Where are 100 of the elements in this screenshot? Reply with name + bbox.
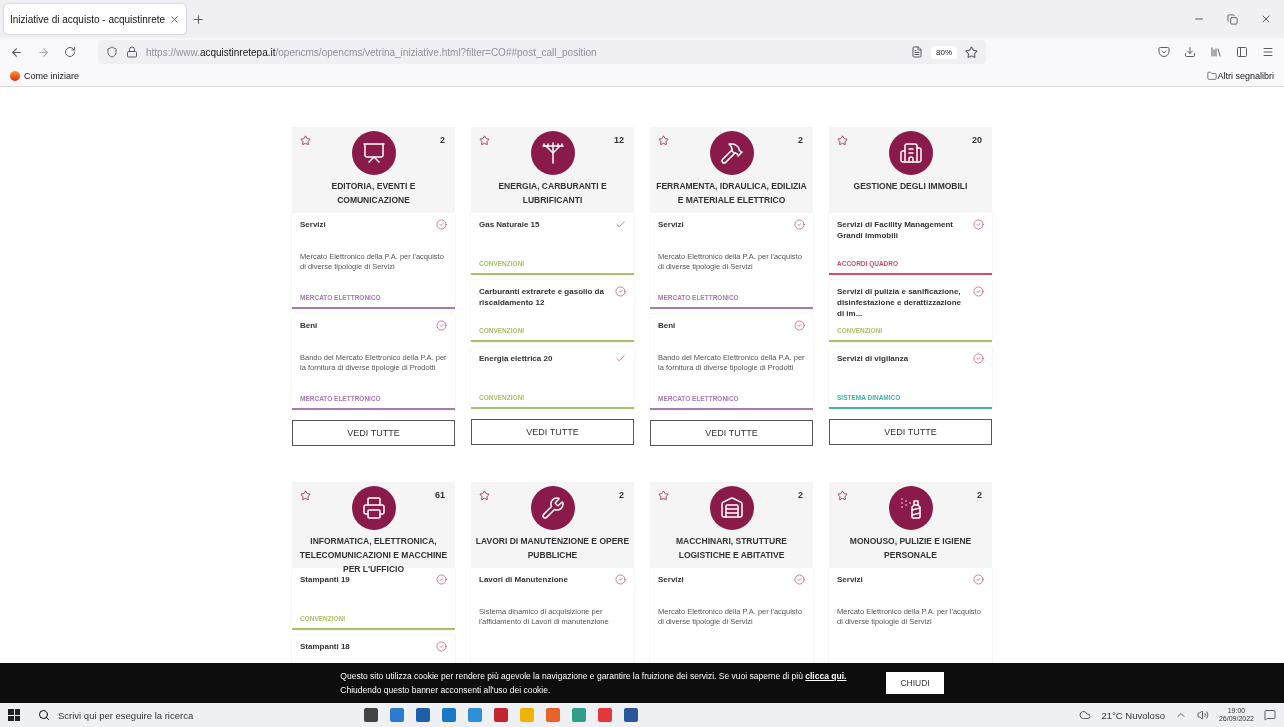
category-count: 2 xyxy=(798,135,803,145)
more-info-link[interactable]: clicca qui. xyxy=(805,671,847,681)
new-tab-icon[interactable] xyxy=(192,12,206,26)
address-field[interactable]: https://www.acquistinretepa.it/opencms/opencms/vetrina_iniziative.html?filter=CO##post_call_position 80% xyxy=(98,40,986,64)
check-icon xyxy=(794,574,805,585)
weather-text[interactable]: 21°C Nuvoloso xyxy=(1101,709,1165,721)
pocket-icon[interactable] xyxy=(1158,46,1170,58)
restore-icon[interactable] xyxy=(1227,13,1238,25)
url-text: https://www.acquistinretepa.it/opencms/opencms/vetrina_iniziative.html?filter=CO##post_call_position xyxy=(146,46,598,58)
check-icon xyxy=(973,353,984,364)
initiative-title: Servizi xyxy=(300,219,326,230)
back-icon[interactable] xyxy=(10,45,23,59)
check-icon xyxy=(615,574,626,585)
check-icon xyxy=(794,219,805,230)
category-count: 2 xyxy=(798,490,803,500)
initiative-title: Servizi xyxy=(658,574,684,585)
browser-tab[interactable]: Iniziative di acquisto - acquistinrete xyxy=(4,4,187,34)
zoom-level[interactable]: 80% xyxy=(931,45,957,59)
check-icon xyxy=(436,641,447,652)
reload-icon[interactable] xyxy=(64,46,76,58)
check-icon xyxy=(615,286,626,297)
initiative-title: Gas Naturale 15 xyxy=(479,219,540,230)
star-icon[interactable] xyxy=(658,490,669,501)
initiative-title: Servizi di vigilanza xyxy=(837,353,909,364)
check-icon xyxy=(794,320,805,331)
taskbar-search-field[interactable]: Scrivi qui per eseguire la ricerca xyxy=(30,703,290,727)
initiative-card[interactable]: Stampanti 18 xyxy=(292,635,455,663)
initiative-title: Servizi di pulizia e sanificazione, disinfestazione e derattizzazione di im... xyxy=(837,286,963,319)
star-icon[interactable] xyxy=(479,490,490,501)
category-icon xyxy=(888,131,933,175)
cookie-text: Questo sito utilizza cookie per rendere più agevole la navigazione e garantire la fruizione dei servizi. Se vuoi saperne di più clicca qui. Chiudendo questo banner acconsenti all'uso dei cookie. xyxy=(340,670,847,697)
check-icon xyxy=(615,219,626,230)
initiative-title: Stampanti 19 xyxy=(300,574,350,585)
category-icon xyxy=(709,131,754,175)
check-icon xyxy=(436,574,447,585)
initiative-title: Stampanti 18 xyxy=(300,641,350,652)
reader-icon[interactable] xyxy=(911,46,923,58)
category-icon xyxy=(351,486,396,530)
see-all-button[interactable]: VEDI TUTTE xyxy=(292,420,455,446)
category-title: FERRAMENTA, IDRAULICA, EDILIZIA E MATERIALE ELETTRICO xyxy=(655,180,808,207)
category-icon xyxy=(709,486,754,530)
windows-start-icon[interactable] xyxy=(8,709,20,721)
tab-title: Iniziative di acquisto - acquistinrete xyxy=(10,13,166,25)
category-count: 2 xyxy=(440,135,445,145)
menu-icon[interactable] xyxy=(1262,46,1274,58)
category-count: 20 xyxy=(972,135,982,145)
close-button[interactable]: CHIUDI xyxy=(886,672,944,694)
star-icon[interactable] xyxy=(837,135,848,146)
initiative-title: Beni xyxy=(300,320,318,331)
star-icon[interactable] xyxy=(300,135,311,146)
initiative-title: Lavori di Manutenzione xyxy=(479,574,568,585)
search-icon xyxy=(38,709,50,721)
other-bookmarks-link[interactable]: Altri segnalibri xyxy=(1217,71,1274,81)
folder-icon xyxy=(1207,71,1218,81)
category-title: MONOUSO, PULIZIE E IGIENE PERSONALE xyxy=(848,535,973,562)
star-icon[interactable] xyxy=(837,490,848,501)
download-icon[interactable] xyxy=(1184,46,1196,58)
check-icon xyxy=(436,320,447,331)
category-icon xyxy=(888,486,933,530)
shield-icon xyxy=(106,46,118,58)
bookmark-link[interactable]: Come iniziare xyxy=(10,71,80,81)
cloud-icon xyxy=(1079,709,1092,721)
category-title: ENERGIA, CARBURANTI E LUBRIFICANTI xyxy=(497,180,608,207)
category-icon xyxy=(530,131,575,175)
sidebar-icon[interactable] xyxy=(1236,46,1248,58)
category-title: EDITORIA, EVENTI E COMUNICAZIONE xyxy=(330,180,417,207)
check-icon xyxy=(615,353,626,364)
notification-icon[interactable] xyxy=(1264,709,1276,721)
star-icon[interactable] xyxy=(965,45,978,59)
initiative-title: Servizi xyxy=(837,574,863,585)
category-title: MACCHINARI, STRUTTURE LOGISTICHE E ABITATIVE xyxy=(675,535,788,562)
close-icon[interactable] xyxy=(169,13,181,25)
initiative-title: Energia elettrica 20 xyxy=(479,353,553,364)
lock-icon xyxy=(126,46,138,58)
see-all-button[interactable]: VEDI TUTTE xyxy=(829,419,992,445)
library-icon[interactable] xyxy=(1210,46,1222,58)
initiative-title: Servizi di Facility Management Grandi Immobili xyxy=(837,219,955,241)
category-count: 61 xyxy=(435,490,445,500)
initiative-title: Beni xyxy=(658,320,676,331)
close-icon[interactable] xyxy=(1260,13,1272,25)
see-all-button[interactable]: VEDI TUTTE xyxy=(471,419,634,445)
category-title: LAVORI DI MANUTENZIONE E OPERE PUBBLICHE xyxy=(474,535,631,562)
check-icon xyxy=(973,286,984,297)
category-count: 12 xyxy=(614,135,624,145)
category-count: 2 xyxy=(977,490,982,500)
see-all-button[interactable]: VEDI TUTTE xyxy=(650,420,813,446)
category-icon xyxy=(351,131,396,175)
initiative-title: Servizi xyxy=(658,219,684,230)
speaker-icon[interactable] xyxy=(1196,709,1209,721)
check-icon xyxy=(973,219,984,230)
star-icon[interactable] xyxy=(658,135,669,146)
forward-icon[interactable] xyxy=(37,45,50,59)
category-title: GESTIONE DEGLI IMMOBILI xyxy=(852,180,969,193)
star-icon[interactable] xyxy=(479,135,490,146)
initiative-title: Carburanti extrarete e gasolio da riscaldamento 12 xyxy=(479,286,605,308)
check-icon xyxy=(436,219,447,230)
check-icon xyxy=(973,574,984,585)
category-icon xyxy=(530,486,575,530)
category-count: 2 xyxy=(619,490,624,500)
star-icon[interactable] xyxy=(300,490,311,501)
